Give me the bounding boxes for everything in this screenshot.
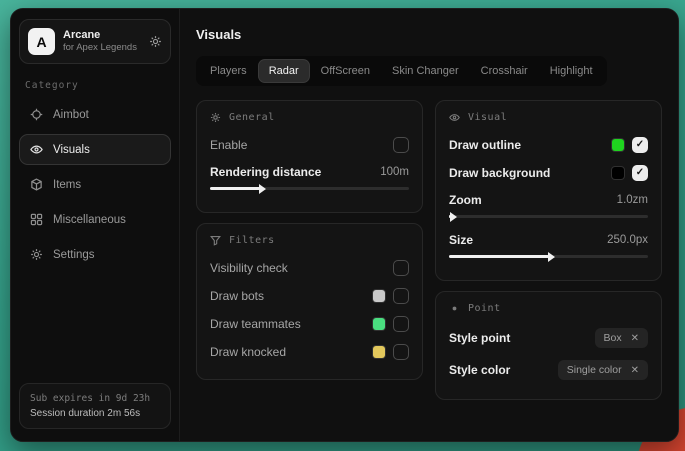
sidebar: A Arcane for Apex Legends Category Aimbo xyxy=(11,9,180,441)
draw-knocked-checkbox[interactable] xyxy=(393,344,409,360)
tab-highlight[interactable]: Highlight xyxy=(540,60,603,82)
draw-teammates-checkbox[interactable] xyxy=(393,316,409,332)
draw-outline-label: Draw outline xyxy=(449,138,521,152)
app-name: Arcane xyxy=(63,29,141,43)
slider-thumb[interactable] xyxy=(450,212,457,222)
rendering-distance-slider[interactable] xyxy=(210,183,409,193)
eye-icon xyxy=(449,112,460,123)
rendering-distance-label: Rendering distance xyxy=(210,165,321,179)
panel-title: Visual xyxy=(468,112,507,123)
style-color-label: Style color xyxy=(449,363,510,377)
draw-outline-checkbox[interactable]: ✓ xyxy=(632,137,648,153)
draw-background-checkbox[interactable]: ✓ xyxy=(632,165,648,181)
app-subtitle: for Apex Legends xyxy=(63,42,141,54)
panel-title: General xyxy=(229,112,275,123)
close-icon[interactable]: ✕ xyxy=(631,333,639,344)
tab-offscreen[interactable]: OffScreen xyxy=(311,60,380,82)
tab-players[interactable]: Players xyxy=(200,60,257,82)
size-slider[interactable] xyxy=(449,251,648,261)
session-card: Sub expires in 9d 23h Session duration 2… xyxy=(19,383,171,429)
style-point-value: Box xyxy=(604,332,622,344)
sidebar-item-settings[interactable]: Settings xyxy=(19,239,171,270)
sidebar-item-label: Visuals xyxy=(53,144,90,156)
slider-thumb[interactable] xyxy=(548,252,555,262)
draw-background-label: Draw background xyxy=(449,166,550,180)
cube-icon xyxy=(30,178,43,191)
style-point-tag[interactable]: Box ✕ xyxy=(595,328,648,348)
style-color-tag[interactable]: Single color ✕ xyxy=(558,360,648,380)
draw-bots-checkbox[interactable] xyxy=(393,288,409,304)
slider-thumb[interactable] xyxy=(259,184,266,194)
zoom-value: 1.0zm xyxy=(617,194,648,206)
enable-label: Enable xyxy=(210,138,247,152)
draw-bots-color-swatch[interactable] xyxy=(373,290,385,302)
app-logo: A xyxy=(28,28,55,55)
sidebar-item-visuals[interactable]: Visuals xyxy=(19,134,171,165)
gear-icon xyxy=(210,112,221,123)
style-point-label: Style point xyxy=(449,331,510,345)
dot-icon xyxy=(449,303,460,314)
panel-title: Point xyxy=(468,303,501,314)
brand-text: Arcane for Apex Legends xyxy=(63,29,141,55)
draw-knocked-label: Draw knocked xyxy=(210,345,286,359)
tab-crosshair[interactable]: Crosshair xyxy=(471,60,538,82)
check-icon: ✓ xyxy=(636,140,644,150)
rendering-distance-value: 100m xyxy=(380,166,409,178)
sidebar-item-aimbot[interactable]: Aimbot xyxy=(19,99,171,130)
sidebar-item-label: Aimbot xyxy=(53,109,89,121)
sub-expires-text: Sub expires in 9d 23h xyxy=(30,393,160,404)
draw-background-color-swatch[interactable] xyxy=(612,167,624,179)
sidebar-item-miscellaneous[interactable]: Miscellaneous xyxy=(19,204,171,235)
app-window: A Arcane for Apex Legends Category Aimbo xyxy=(10,8,679,442)
brand-card: A Arcane for Apex Legends xyxy=(19,19,171,64)
tab-bar: Players Radar OffScreen Skin Changer Cro… xyxy=(196,56,607,86)
panel-point: Point Style point Box ✕ Style color Sing… xyxy=(435,291,662,400)
close-icon[interactable]: ✕ xyxy=(631,365,639,376)
sidebar-item-label: Settings xyxy=(53,249,95,261)
draw-knocked-color-swatch[interactable] xyxy=(373,346,385,358)
panel-visual: Visual Draw outline ✓ Draw background xyxy=(435,100,662,281)
gear-icon xyxy=(30,248,43,261)
draw-teammates-label: Draw teammates xyxy=(210,317,301,331)
visibility-check-checkbox[interactable] xyxy=(393,260,409,276)
eye-icon xyxy=(30,143,43,156)
gear-icon[interactable] xyxy=(149,35,162,48)
page-title: Visuals xyxy=(196,27,662,42)
style-color-value: Single color xyxy=(567,364,622,376)
zoom-label: Zoom xyxy=(449,193,482,207)
grid-icon xyxy=(30,213,43,226)
draw-teammates-color-swatch[interactable] xyxy=(373,318,385,330)
session-duration-text: Session duration 2m 56s xyxy=(30,408,160,419)
funnel-icon xyxy=(210,235,221,246)
sidebar-item-label: Miscellaneous xyxy=(53,214,126,226)
main-content: Visuals Players Radar OffScreen Skin Cha… xyxy=(180,9,678,441)
panel-filters: Filters Visibility check Draw bots xyxy=(196,223,423,380)
panel-title: Filters xyxy=(229,235,275,246)
draw-outline-color-swatch[interactable] xyxy=(612,139,624,151)
size-label: Size xyxy=(449,233,473,247)
enable-checkbox[interactable] xyxy=(393,137,409,153)
visibility-check-label: Visibility check xyxy=(210,261,288,275)
check-icon: ✓ xyxy=(636,168,644,178)
sidebar-item-items[interactable]: Items xyxy=(19,169,171,200)
draw-bots-label: Draw bots xyxy=(210,289,264,303)
panel-general: General Enable Rendering distance 100m xyxy=(196,100,423,213)
crosshair-icon xyxy=(30,108,43,121)
tab-radar[interactable]: Radar xyxy=(259,60,309,82)
sidebar-item-label: Items xyxy=(53,179,81,191)
size-value: 250.0px xyxy=(607,234,648,246)
category-label: Category xyxy=(25,80,165,91)
zoom-slider[interactable] xyxy=(449,211,648,221)
tab-skin-changer[interactable]: Skin Changer xyxy=(382,60,469,82)
